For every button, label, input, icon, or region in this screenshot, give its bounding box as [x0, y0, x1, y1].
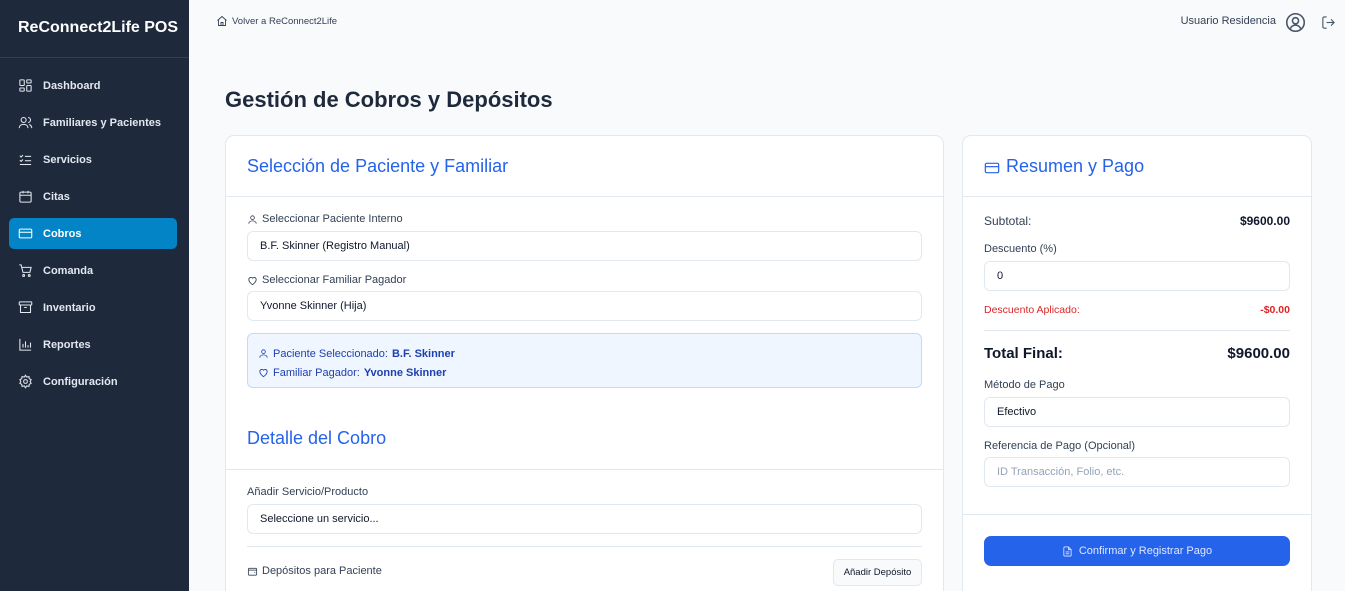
- credit-card-icon: [984, 162, 1000, 174]
- total-row: Total Final: $9600.00: [984, 345, 1290, 362]
- total-label: Total Final:: [984, 345, 1063, 362]
- wallet-icon: [247, 567, 258, 576]
- family-select[interactable]: Yvonne Skinner (Hija): [247, 291, 922, 321]
- info-patient-prefix: Paciente Seleccionado:: [273, 347, 388, 360]
- heart-icon: [259, 369, 268, 378]
- selection-card: Selección de Paciente y Familiar Selecci…: [225, 135, 944, 591]
- discount-applied-value: -$0.00: [1260, 304, 1290, 316]
- info-family-row: Familiar Pagador: Yvonne Skinner: [258, 363, 921, 382]
- confirm-payment-button[interactable]: Confirmar y Registrar Pago: [984, 536, 1290, 566]
- deposits-divider: [247, 546, 922, 547]
- sidebar-item-label: Citas: [43, 190, 70, 203]
- sidebar-item-cobros[interactable]: Cobros: [9, 218, 177, 249]
- summary-card: Resumen y Pago Subtotal: $9600.00 Descue…: [962, 135, 1312, 591]
- page-title: Gestión de Cobros y Depósitos: [225, 87, 553, 112]
- user-avatar-icon[interactable]: [1285, 12, 1306, 33]
- family-label-text: Seleccionar Familiar Pagador: [262, 274, 407, 286]
- user-icon: [259, 349, 268, 358]
- sidebar-item-configuracion[interactable]: Configuración: [9, 366, 177, 397]
- brand-title: ReConnect2Life POS: [0, 0, 189, 58]
- patient-label: Seleccionar Paciente Interno: [247, 213, 403, 225]
- sidebar-item-label: Familiares y Pacientes: [43, 116, 162, 129]
- total-divider: [984, 330, 1290, 331]
- sidebar-item-reportes[interactable]: Reportes: [9, 329, 177, 360]
- sidebar-item-label: Inventario: [43, 301, 96, 314]
- users-icon: [18, 115, 34, 131]
- patient-select[interactable]: B.F. Skinner (Registro Manual): [247, 231, 922, 261]
- list-check-icon: [18, 152, 34, 168]
- sidebar-item-label: Configuración: [43, 375, 118, 388]
- detail-title: Detalle del Cobro: [247, 428, 387, 448]
- add-deposit-button[interactable]: Añadir Depósito: [833, 559, 922, 586]
- summary-footer-divider: [963, 514, 1311, 515]
- discount-input[interactable]: 0: [984, 261, 1290, 291]
- credit-card-icon: [18, 226, 34, 242]
- info-patient-name: B.F. Skinner: [391, 347, 455, 360]
- summary-title: Resumen y Pago: [1006, 156, 1145, 176]
- sidebar-item-label: Reportes: [43, 338, 91, 351]
- payment-method-select[interactable]: Efectivo: [984, 397, 1290, 427]
- archive-icon: [18, 300, 34, 316]
- back-link[interactable]: Volver a ReConnect2Life: [216, 15, 337, 27]
- bar-chart-icon: [18, 337, 34, 353]
- sidebar-item-label: Dashboard: [43, 79, 101, 92]
- heart-icon: [248, 276, 257, 285]
- sidebar-item-inventario[interactable]: Inventario: [9, 292, 177, 323]
- cart-icon: [18, 263, 34, 279]
- subtotal-row: Subtotal: $9600.00: [984, 214, 1290, 228]
- sidebar-item-servicios[interactable]: Servicios: [9, 144, 177, 175]
- logout-icon[interactable]: [1321, 15, 1336, 30]
- sidebar-item-label: Cobros: [43, 227, 82, 240]
- selection-title: Selección de Paciente y Familiar: [247, 156, 509, 176]
- user-icon: [248, 214, 257, 224]
- dashboard-icon: [18, 78, 34, 94]
- sidebar-nav: Dashboard Familiares y Pacientes Servici…: [0, 58, 189, 397]
- discount-applied-row: Descuento Aplicado: -$0.00: [984, 304, 1290, 316]
- back-link-label: Volver a ReConnect2Life: [232, 15, 338, 27]
- summary-header: Resumen y Pago: [963, 136, 1311, 197]
- document-icon: [1063, 546, 1072, 556]
- gear-icon: [18, 373, 34, 390]
- sidebar-item-comanda[interactable]: Comanda: [9, 255, 177, 286]
- calendar-icon: [18, 189, 34, 205]
- subtotal-value: $9600.00: [1239, 214, 1290, 228]
- detail-divider: [226, 469, 943, 470]
- discount-applied-label: Descuento Aplicado:: [984, 304, 1080, 316]
- sidebar-item-label: Comanda: [43, 264, 94, 277]
- sidebar-item-label: Servicios: [43, 153, 92, 166]
- topbar: Volver a ReConnect2Life Usuario Residenc…: [189, 0, 1345, 44]
- subtotal-label: Subtotal:: [984, 214, 1032, 228]
- deposits-label: Depósitos para Paciente: [247, 565, 382, 577]
- sidebar: ReConnect2Life POS Dashboard Familiares …: [0, 0, 189, 591]
- reference-label: Referencia de Pago (Opcional): [984, 440, 1136, 452]
- info-patient-row: Paciente Seleccionado: B.F. Skinner: [258, 344, 921, 363]
- home-icon: [217, 15, 227, 26]
- selection-info-box: Paciente Seleccionado: B.F. Skinner Fami…: [247, 333, 922, 388]
- confirm-payment-label: Confirmar y Registrar Pago: [1078, 545, 1213, 557]
- add-service-label: Añadir Servicio/Producto: [247, 486, 369, 498]
- reference-input[interactable]: ID Transacción, Folio, etc.: [984, 457, 1290, 487]
- deposits-label-text: Depósitos para Paciente: [262, 565, 382, 577]
- user-name: Usuario Residencia: [1180, 15, 1276, 27]
- total-value: $9600.00: [1227, 345, 1290, 362]
- sidebar-item-citas[interactable]: Citas: [9, 181, 177, 212]
- selection-header: Selección de Paciente y Familiar: [226, 136, 943, 197]
- discount-label: Descuento (%): [984, 243, 1057, 255]
- family-label: Seleccionar Familiar Pagador: [247, 274, 406, 286]
- payment-method-label: Método de Pago: [984, 379, 1065, 391]
- sidebar-item-dashboard[interactable]: Dashboard: [9, 70, 177, 101]
- info-family-name: Yvonne Skinner: [363, 366, 447, 379]
- info-family-prefix: Familiar Pagador:: [273, 366, 360, 379]
- service-select[interactable]: Seleccione un servicio...: [247, 504, 922, 534]
- sidebar-item-familiares[interactable]: Familiares y Pacientes: [9, 107, 177, 138]
- patient-label-text: Seleccionar Paciente Interno: [262, 213, 403, 225]
